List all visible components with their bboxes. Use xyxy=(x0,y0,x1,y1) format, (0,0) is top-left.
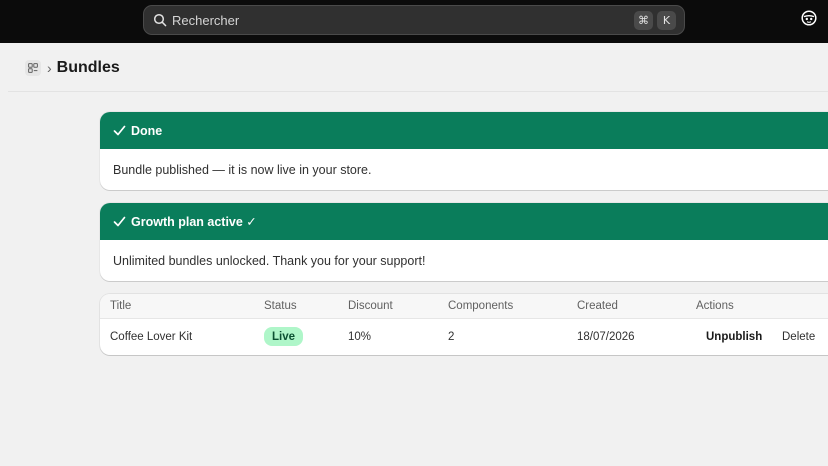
banner-header: Done xyxy=(100,112,828,149)
created-cell: 18/07/2026 xyxy=(577,331,635,343)
banner-message: Bundle published — it is now live in you… xyxy=(113,162,372,177)
user-avatar-button[interactable] xyxy=(800,9,818,31)
checkmark-icon xyxy=(113,215,126,228)
components-cell: 2 xyxy=(448,331,455,343)
page-title: Bundles xyxy=(56,58,120,76)
discount-cell: 10% xyxy=(348,331,372,343)
user-avatar-icon xyxy=(801,9,817,31)
success-banner-growth-plan: Growth plan active ✓ Unlimited bundles u… xyxy=(100,203,828,281)
search-bar[interactable]: ⌘ K xyxy=(143,5,685,35)
banner-title: Done xyxy=(131,123,163,138)
shortcut-key-k: K xyxy=(657,10,676,30)
banner-message: Unlimited bundles unlocked. Thank you fo… xyxy=(113,253,426,268)
banner-header: Growth plan active ✓ xyxy=(100,203,828,240)
column-header-title: Title xyxy=(110,300,132,312)
banner-title: Growth plan active ✓ xyxy=(131,215,257,229)
column-header-components: Components xyxy=(448,300,514,312)
column-header-created: Created xyxy=(577,300,618,312)
search-icon xyxy=(153,13,167,27)
chevron-right-icon: › xyxy=(47,59,52,76)
bundles-table: Title Status Discount Components Created… xyxy=(100,294,828,355)
success-banner-done: Done Bundle published — it is now live i… xyxy=(100,112,828,190)
page-header: › Bundles xyxy=(0,43,828,92)
delete-button[interactable]: Delete xyxy=(774,325,823,349)
bundle-title-cell: Coffee Lover Kit xyxy=(110,331,193,343)
checkmark-icon xyxy=(113,124,126,137)
column-header-status: Status xyxy=(264,300,297,312)
column-header-discount: Discount xyxy=(348,300,393,312)
unpublish-button[interactable]: Unpublish xyxy=(698,325,770,349)
header-divider xyxy=(8,91,828,92)
bundles-icon[interactable] xyxy=(25,59,41,76)
top-bar: ⌘ K xyxy=(0,0,828,43)
shortcut-key-command: ⌘ xyxy=(634,10,653,30)
column-header-actions: Actions xyxy=(696,300,734,312)
status-badge: Live xyxy=(264,327,304,346)
search-input[interactable] xyxy=(172,12,630,28)
